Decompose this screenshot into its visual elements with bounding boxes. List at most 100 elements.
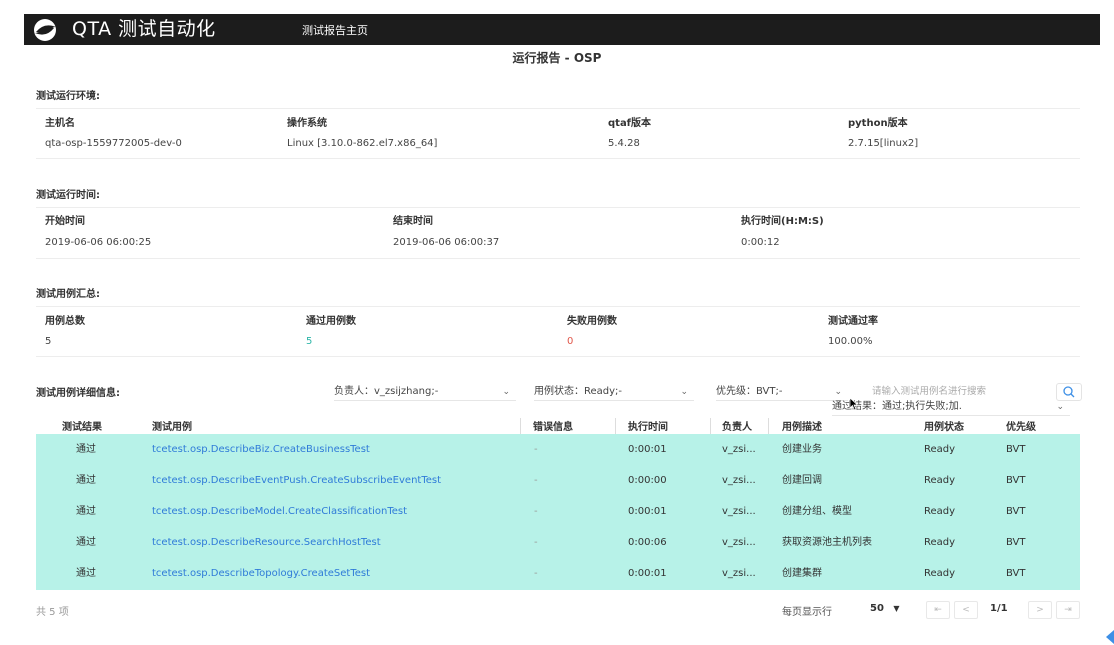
env-os: Linux [3.10.0-862.el7.x86_64] [287,138,438,149]
divider [36,158,1080,159]
status-filter-select[interactable]: 用例状态：Ready;- ⌄ [534,384,694,401]
chevron-down-icon: ⌄ [1056,402,1064,412]
report-title: 运行报告 - OSP [512,51,602,65]
next-page-button[interactable]: > [1028,601,1052,619]
cell-test-case-link[interactable]: tcetest.osp.DescribeEventPush.CreateSubs… [152,474,441,488]
summary-header-passed: 通过用例数 [306,316,356,327]
owner-filter-label: 负责人：v_zsijzhang;- [334,386,439,397]
cell-owner: v_zsi... [722,506,756,517]
search-icon [1063,386,1075,398]
divider [36,258,1080,259]
cell-priority: BVT [1006,444,1026,455]
logo-text: QTA 测试自动化 [72,18,216,40]
col-header-error[interactable]: 错误信息 [533,418,573,433]
page-indicator: 1/1 [990,603,1008,614]
col-header-result[interactable]: 测试结果 [62,418,102,433]
summary-header-pass-rate: 测试通过率 [828,316,878,327]
column-divider [768,418,769,434]
cell-case-status: Ready [924,568,956,579]
cell-test-case-link[interactable]: tcetest.osp.DescribeResource.SearchHostT… [152,536,381,550]
result-filter-select[interactable]: 通过结果：通过;执行失败;加. ⌄ [832,399,1070,416]
cell-priority: BVT [1006,537,1026,548]
cell-owner: v_zsi... [722,444,756,455]
env-header-os: 操作系统 [287,118,327,129]
env-header-hostname: 主机名 [45,118,75,129]
prev-page-button[interactable]: < [954,601,978,619]
cell-description: 创建分组、模型 [782,506,852,517]
mouse-cursor-icon [849,397,859,411]
divider [36,108,1080,109]
env-hostname: qta-osp-1559772005-dev-0 [45,138,182,149]
cell-exec-time: 0:00:01 [628,444,667,455]
col-header-owner[interactable]: 负责人 [722,418,752,433]
summary-passed: 5 [306,336,313,347]
cell-description: 获取资源池主机列表 [782,537,872,548]
divider [36,207,1080,208]
summary-header-failed: 失败用例数 [567,316,617,327]
env-python-version: 2.7.15[linux2] [848,138,919,149]
cell-case-status: Ready [924,537,956,548]
top-bar: QTA 测试自动化 测试报告主页 [24,14,1100,45]
cell-case-status: Ready [924,444,956,455]
nav-report-home[interactable]: 测试报告主页 [302,22,368,38]
summary-header-total: 用例总数 [45,316,85,327]
cell-description: 创建集群 [782,568,822,579]
runtime-header-duration: 执行时间(H:M:S) [741,216,824,227]
col-header-priority[interactable]: 优先级 [1006,418,1036,433]
first-page-button[interactable]: ⇤ [926,601,950,619]
owner-filter-select[interactable]: 负责人：v_zsijzhang;- ⌄ [334,384,516,401]
col-header-description[interactable]: 用例描述 [782,418,822,433]
last-page-button[interactable]: ⇥ [1056,601,1080,619]
chevron-down-icon: ⌄ [680,387,688,397]
chevron-down-icon: ⌄ [502,387,510,397]
priority-filter-select[interactable]: 优先级：BVT;- ⌄ [716,384,848,401]
cell-test-case-link[interactable]: tcetest.osp.DescribeTopology.CreateSetTe… [152,567,370,581]
results-table-body: 通过 tcetest.osp.DescribeBiz.CreateBusines… [36,434,1080,590]
runtime-header-start: 开始时间 [45,216,85,227]
rows-per-page-value: 50 [870,603,884,614]
divider [36,356,1080,357]
total-count-label: 共 5 项 [36,607,69,618]
summary-section-title: 测试用例汇总: [36,289,100,300]
cell-error: - [534,475,538,486]
cell-exec-time: 0:00:00 [628,475,667,486]
env-header-python-version: python版本 [848,118,908,129]
cell-test-case-link[interactable]: tcetest.osp.DescribeBiz.CreateBusinessTe… [152,443,370,457]
runtime-duration: 0:00:12 [741,237,780,248]
summary-failed: 0 [567,336,574,347]
col-header-exec-time[interactable]: 执行时间 [628,418,668,433]
cell-result: 通过 [76,444,96,455]
env-header-qtaf-version: qtaf版本 [608,118,652,129]
runtime-section-title: 测试运行时间: [36,190,100,201]
runtime-header-end: 结束时间 [393,216,433,227]
side-expand-icon[interactable] [1106,630,1114,644]
status-filter-label: 用例状态：Ready;- [534,386,623,397]
cell-exec-time: 0:00:01 [628,568,667,579]
col-header-case-status[interactable]: 用例状态 [924,418,964,433]
cell-case-status: Ready [924,506,956,517]
cell-error: - [534,506,538,517]
col-header-test-case[interactable]: 测试用例 [152,418,192,433]
cell-error: - [534,444,538,455]
summary-pass-rate: 100.00% [828,336,873,347]
cell-owner: v_zsi... [722,537,756,548]
column-divider [615,418,616,434]
cell-priority: BVT [1006,506,1026,517]
cell-priority: BVT [1006,568,1026,579]
details-section-title: 测试用例详细信息: [36,388,120,399]
environment-section-title: 测试运行环境: [36,91,100,102]
summary-total: 5 [45,336,52,347]
divider [36,306,1080,307]
qta-logo-icon [34,19,56,41]
caret-down-icon: ▼ [893,604,900,613]
chevron-down-icon: ⌄ [834,387,842,397]
cell-description: 创建业务 [782,444,822,455]
cell-exec-time: 0:00:06 [628,537,667,548]
cell-result: 通过 [76,506,96,517]
test-name-search-input[interactable]: 请输入测试用例名进行搜索 [872,384,1050,400]
cell-test-case-link[interactable]: tcetest.osp.DescribeModel.CreateClassifi… [152,505,407,519]
rows-per-page-select[interactable]: 50 ▼ [870,603,900,614]
cell-case-status: Ready [924,475,956,486]
cell-error: - [534,568,538,579]
cell-result: 通过 [76,537,96,548]
